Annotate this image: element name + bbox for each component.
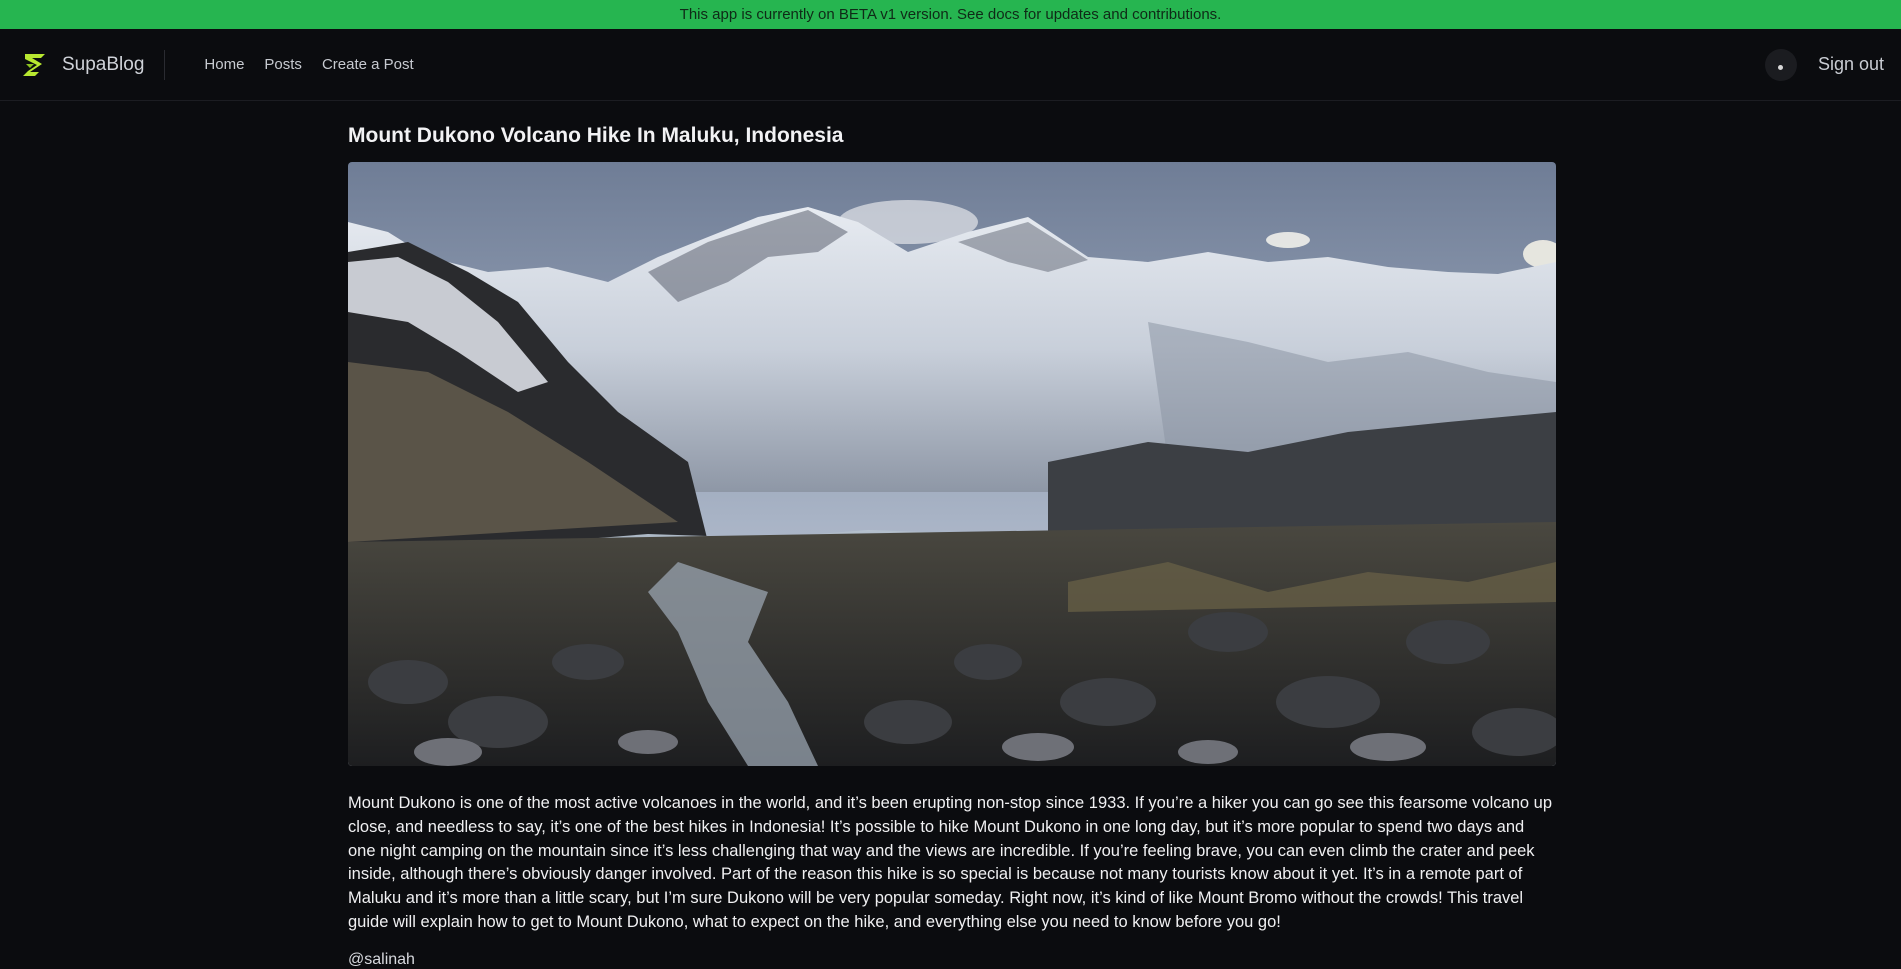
nav-links: Home Posts Create a Post — [204, 56, 413, 73]
beta-banner: This app is currently on BETA v1 version… — [0, 0, 1901, 29]
avatar[interactable] — [1764, 48, 1797, 81]
nav-link-create-post[interactable]: Create a Post — [322, 56, 414, 73]
sign-out-button[interactable]: Sign out — [1818, 54, 1884, 75]
nav-right: Sign out — [1764, 29, 1884, 100]
snowy-mountain-landscape-photo-icon — [348, 162, 1556, 766]
brand-name: SupaBlog — [62, 53, 145, 75]
nav-divider — [164, 49, 166, 80]
avatar-placeholder-icon — [1778, 65, 1784, 70]
post-title: Mount Dukono Volcano Hike In Maluku, Ind… — [348, 124, 844, 147]
brand[interactable]: SupaBlog — [20, 29, 144, 100]
top-navbar: SupaBlog Home Posts Create a Post Sign o… — [0, 29, 1901, 101]
post-author: @salinah — [348, 951, 415, 969]
nav-link-posts[interactable]: Posts — [264, 56, 302, 73]
post-body: Mount Dukono is one of the most active v… — [348, 794, 1552, 931]
supabase-logo-icon — [20, 50, 50, 80]
post-content: Mount Dukono Volcano Hike In Maluku, Ind… — [348, 100, 1556, 969]
beta-banner-text: This app is currently on BETA v1 version… — [679, 6, 1222, 23]
nav-link-home[interactable]: Home — [204, 56, 244, 73]
